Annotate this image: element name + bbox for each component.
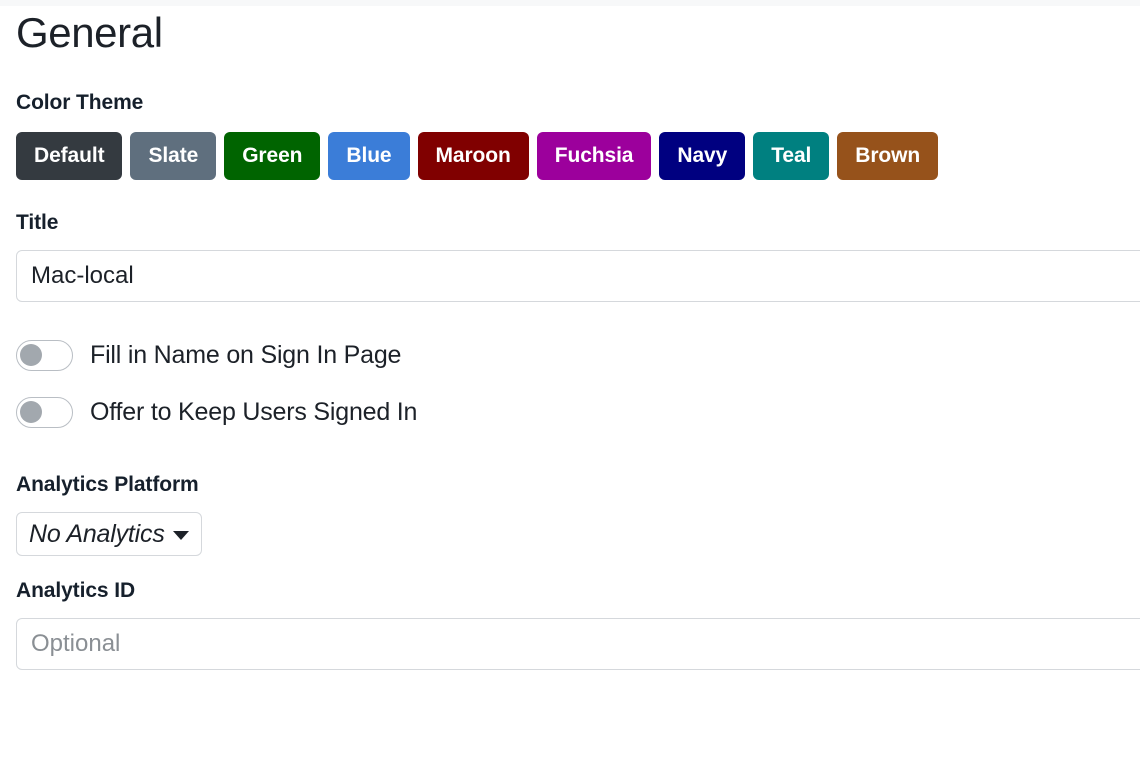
- toggle-label: Offer to Keep Users Signed In: [90, 397, 417, 428]
- analytics-platform-select[interactable]: No Analytics: [16, 512, 202, 556]
- toggle-switch-fill-in-name[interactable]: [16, 340, 73, 371]
- chevron-down-icon: [173, 531, 189, 540]
- color-theme-button-slate[interactable]: Slate: [130, 132, 216, 180]
- color-theme-button-blue[interactable]: Blue: [328, 132, 409, 180]
- analytics-platform-selected-value: No Analytics: [29, 512, 165, 556]
- color-theme-button-navy[interactable]: Navy: [659, 132, 745, 180]
- toggle-row: Offer to Keep Users Signed In: [0, 397, 1140, 428]
- page-title: General: [0, 6, 1140, 60]
- toggle-knob: [20, 344, 42, 366]
- color-theme-button-maroon[interactable]: Maroon: [418, 132, 529, 180]
- title-label: Title: [0, 210, 1140, 236]
- analytics-id-label: Analytics ID: [0, 578, 1140, 604]
- color-theme-button-default[interactable]: Default: [16, 132, 122, 180]
- toggle-switch-keep-signed-in[interactable]: [16, 397, 73, 428]
- toggle-list: Fill in Name on Sign In Page Offer to Kee…: [0, 340, 1140, 428]
- title-input[interactable]: [16, 250, 1140, 302]
- color-theme-button-teal[interactable]: Teal: [753, 132, 829, 180]
- settings-content: General Color Theme DefaultSlateGreenBlu…: [0, 6, 1140, 670]
- color-theme-button-brown[interactable]: Brown: [837, 132, 938, 180]
- analytics-platform-label: Analytics Platform: [0, 472, 1140, 498]
- color-theme-label: Color Theme: [0, 90, 1140, 116]
- toggle-row: Fill in Name on Sign In Page: [0, 340, 1140, 371]
- toggle-label: Fill in Name on Sign In Page: [90, 340, 401, 371]
- general-settings-page: General Color Theme DefaultSlateGreenBlu…: [0, 0, 1140, 772]
- analytics-id-input[interactable]: [16, 618, 1140, 670]
- color-theme-button-fuchsia[interactable]: Fuchsia: [537, 132, 652, 180]
- toggle-knob: [20, 401, 42, 423]
- color-theme-button-green[interactable]: Green: [224, 132, 320, 180]
- color-theme-options: DefaultSlateGreenBlueMaroonFuchsiaNavyTe…: [0, 132, 1140, 180]
